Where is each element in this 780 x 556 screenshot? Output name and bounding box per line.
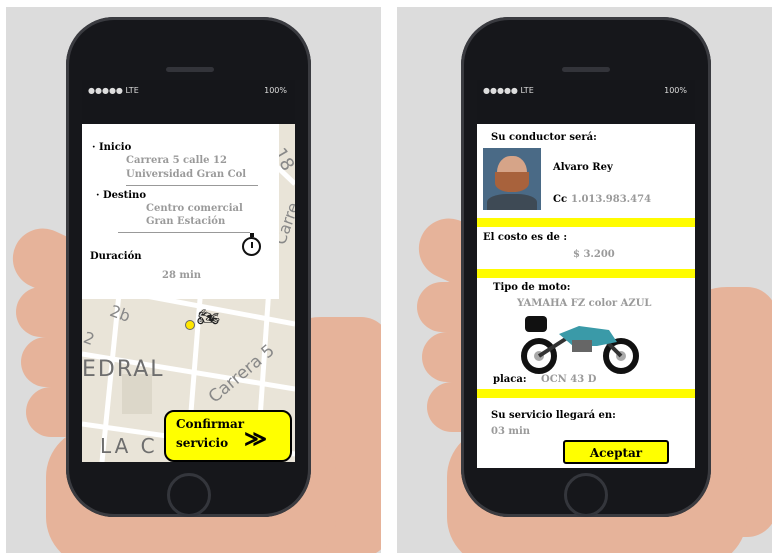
home-button[interactable] (167, 473, 211, 517)
inicio-label: · Inicio (92, 142, 132, 153)
speaker (562, 67, 610, 72)
stopwatch-icon (242, 233, 261, 256)
moto-label: Tipo de moto: (493, 282, 571, 293)
right-phone-photo: ●●●●● LTE 100% Su conductor será: Alvaro… (397, 7, 772, 553)
arrival-label: Su servicio llegará en: (491, 410, 616, 421)
moto-value: YAMAHA FZ color AZUL (517, 298, 652, 309)
separator-bar (477, 269, 695, 278)
double-arrow-icon: ≫ (244, 426, 268, 452)
driver-heading: Su conductor será: (491, 132, 597, 143)
battery-indicator: 100% (264, 86, 287, 95)
driver-photo (483, 148, 541, 210)
trip-info-panel: · Inicio Carrera 5 calle 12 Universidad … (82, 124, 279, 299)
driver-name: Alvaro Rey (553, 162, 613, 173)
right-screen: ●●●●● LTE 100% Su conductor será: Alvaro… (477, 80, 695, 468)
placa-value: OCN 43 D (541, 374, 597, 385)
status-bar: ●●●●● LTE 100% (477, 80, 695, 124)
left-screen: ●●●●● LTE 100% 18 Carre 2b 2 EDRAL Carre… (82, 80, 295, 462)
left-phone-photo: ●●●●● LTE 100% 18 Carre 2b 2 EDRAL Carre… (6, 7, 381, 553)
phone-body: ●●●●● LTE 100% 18 Carre 2b 2 EDRAL Carre… (66, 17, 311, 517)
status-bar: ●●●●● LTE 100% (82, 80, 295, 124)
arrival-value: 03 min (491, 426, 531, 437)
cost-value: $ 3.200 (573, 249, 615, 260)
map-label-la-c: LA C (100, 434, 158, 458)
placa-label: placa: (493, 374, 527, 385)
confirm-label-line1: Confirmar (176, 417, 245, 431)
duracion-value: 28 min (162, 270, 202, 281)
cc-value: 1.013.983.474 (571, 194, 652, 205)
cost-label: El costo es de : (483, 232, 568, 243)
motorcycle-image (521, 316, 639, 374)
location-dot-icon (185, 320, 195, 330)
destino-line1: Centro comercial (146, 203, 243, 214)
signal-indicator: ●●●●● LTE (88, 86, 139, 95)
divider (118, 232, 250, 233)
confirm-service-button[interactable]: Confirmar servicio ≫ (164, 410, 292, 462)
accept-button[interactable]: Aceptar (563, 440, 669, 464)
speaker (166, 67, 214, 72)
battery-indicator: 100% (664, 86, 687, 95)
destino-label: · Destino (96, 190, 146, 201)
duracion-label: Duración (90, 251, 142, 262)
phone-body: ●●●●● LTE 100% Su conductor será: Alvaro… (461, 17, 711, 517)
divider (126, 185, 258, 186)
inicio-line1: Carrera 5 calle 12 (126, 155, 227, 166)
separator-bar (477, 218, 695, 227)
map-label-edral: EDRAL (82, 357, 165, 382)
confirm-label-line2: servicio (176, 436, 229, 450)
cc-label: Cc (553, 194, 568, 205)
accept-label: Aceptar (589, 446, 643, 460)
motorcycle-icon: 🏍 (197, 307, 220, 328)
home-button[interactable] (564, 473, 608, 517)
signal-indicator: ●●●●● LTE (483, 86, 534, 95)
destino-line2: Gran Estación (146, 216, 226, 227)
separator-bar (477, 389, 695, 398)
inicio-line2: Universidad Gran Col (126, 169, 247, 180)
